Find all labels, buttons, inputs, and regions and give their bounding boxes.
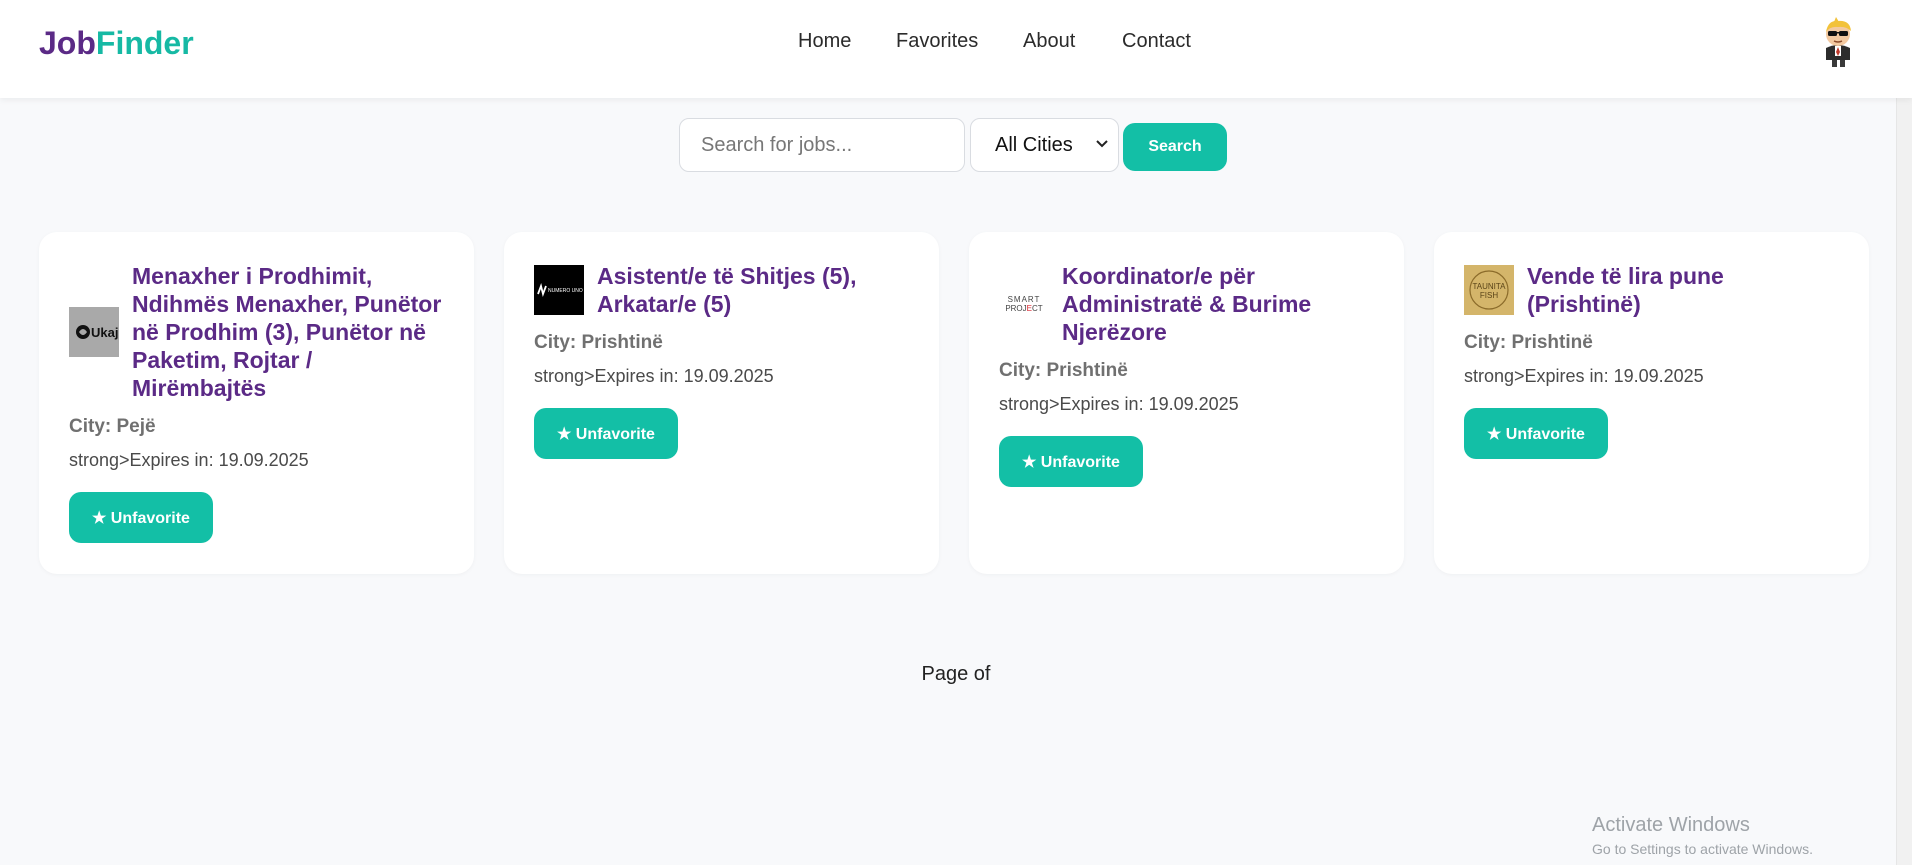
numero-uno-logo-icon: NUMERO UNO	[534, 265, 584, 315]
job-title[interactable]: Asistent/e të Shitjes (5), Arkatar/e (5)	[597, 262, 909, 318]
job-card: Ukaj Menaxher i Prodhimit, Ndihmës Menax…	[39, 232, 474, 574]
unfavorite-button[interactable]: ★ Unfavorite	[1464, 408, 1608, 459]
nav-link-about[interactable]: About	[1023, 30, 1075, 53]
job-title[interactable]: Vende të lira pune (Prishtinë)	[1527, 262, 1839, 318]
pagination: Page of	[921, 663, 991, 685]
svg-text:PROJECT: PROJECT	[1005, 304, 1042, 313]
ukaj-logo-icon: Ukaj	[69, 307, 119, 357]
job-expires: strong>Expires in: 19.09.2025	[534, 366, 774, 386]
job-city: City: Prishtinë	[534, 332, 663, 353]
svg-text:TAUNITA: TAUNITA	[1472, 282, 1506, 291]
svg-text:FISH: FISH	[1480, 291, 1498, 300]
top-navbar: JobFinder Home Favorites About Contact	[0, 0, 1912, 98]
brand-part-finder: Finder	[95, 25, 194, 61]
job-card: NUMERO UNO Asistent/e të Shitjes (5), Ar…	[504, 232, 939, 574]
windows-activation-watermark: Activate Windows Go to Settings to activ…	[1592, 814, 1813, 857]
nav-link-favorites[interactable]: Favorites	[896, 30, 978, 53]
svg-text:SMART: SMART	[1008, 295, 1041, 304]
ukaj-logo-text: Ukaj	[91, 325, 118, 340]
job-title[interactable]: Menaxher i Prodhimit, Ndihmës Menaxher, …	[132, 262, 444, 402]
vertical-scrollbar[interactable]	[1896, 0, 1912, 865]
job-expires: strong>Expires in: 19.09.2025	[999, 394, 1239, 414]
watermark-subtitle: Go to Settings to activate Windows.	[1592, 841, 1813, 857]
city-select-value: All Cities	[995, 133, 1073, 156]
search-bar: All Cities Search	[0, 118, 1912, 174]
numero-uno-logo-text: NUMERO UNO	[548, 288, 583, 294]
brand-part-job: Job	[39, 25, 96, 61]
job-title[interactable]: Koordinator/e për Administratë & Burime …	[1062, 262, 1374, 346]
taunita-fish-logo-icon: TAUNITA FISH	[1464, 265, 1514, 315]
unfavorite-button[interactable]: ★ Unfavorite	[999, 436, 1143, 487]
unfavorite-button[interactable]: ★ Unfavorite	[534, 408, 678, 459]
job-cards-grid: Ukaj Menaxher i Prodhimit, Ndihmës Menax…	[39, 232, 1869, 574]
job-expires: strong>Expires in: 19.09.2025	[69, 450, 309, 470]
nav-link-home[interactable]: Home	[798, 30, 851, 53]
unfavorite-button[interactable]: ★ Unfavorite	[69, 492, 213, 543]
watermark-title: Activate Windows	[1592, 814, 1750, 836]
brand-logo[interactable]: JobFinder	[39, 25, 194, 62]
chevron-down-icon	[1096, 140, 1108, 148]
search-button[interactable]: Search	[1123, 123, 1227, 171]
user-avatar[interactable]	[1810, 14, 1866, 70]
search-input[interactable]	[679, 118, 965, 172]
nav-link-contact[interactable]: Contact	[1122, 30, 1191, 53]
city-select[interactable]: All Cities	[970, 118, 1119, 172]
job-expires: strong>Expires in: 19.09.2025	[1464, 366, 1704, 386]
smart-project-logo-icon: SMART PROJECT	[999, 279, 1049, 329]
cartoon-avatar-icon	[1826, 17, 1851, 67]
job-card: SMART PROJECT Koordinator/e për Administ…	[969, 232, 1404, 574]
job-city: City: Prishtinë	[1464, 332, 1593, 353]
job-card: TAUNITA FISH Vende të lira pune (Prishti…	[1434, 232, 1869, 574]
job-city: City: Prishtinë	[999, 360, 1128, 381]
job-city: City: Pejë	[69, 416, 156, 437]
